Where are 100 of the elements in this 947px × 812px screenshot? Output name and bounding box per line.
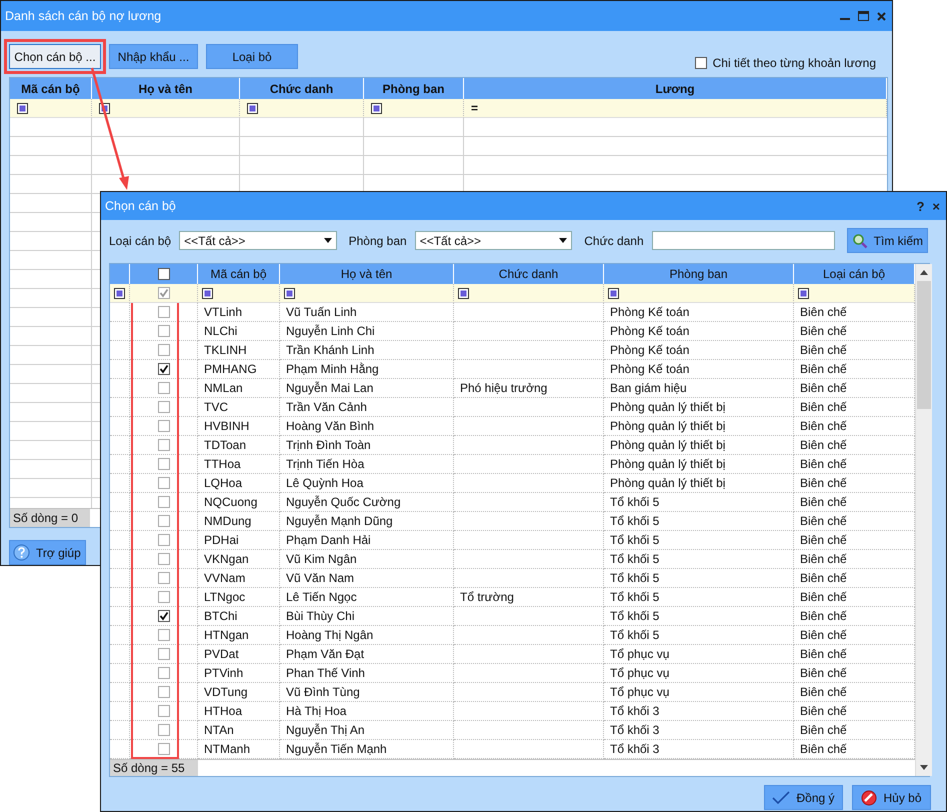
table-cell: Tổ phục vụ — [604, 664, 794, 683]
table-cell: Hà Thị Hoa — [280, 702, 454, 721]
dropdown[interactable]: <<Tất cả>> — [414, 231, 572, 250]
table-cell: VTLinh — [198, 303, 280, 322]
column-header[interactable]: Họ và tên — [92, 78, 240, 99]
toolbar-button[interactable]: Nhập khẩu ... — [109, 44, 198, 69]
table-cell: HTHoa — [198, 702, 280, 721]
filter-label: Loại cán bộ — [109, 234, 172, 248]
column-header[interactable]: Lương — [464, 78, 887, 99]
ok-button[interactable]: Đồng ý — [764, 785, 843, 810]
table-cell: Phòng Kế toán — [604, 303, 794, 322]
table-cell: Tổ khối 3 — [604, 702, 794, 721]
table-cell: Phòng quản lý thiết bị — [604, 474, 794, 493]
column-header[interactable]: Mã cán bộ — [10, 78, 92, 99]
table-cell: Hoàng Thị Ngân — [280, 626, 454, 645]
table-cell: Vũ Đình Tùng — [280, 683, 454, 702]
table-cell: Nguyễn Linh Chi — [280, 322, 454, 341]
table-cell: Tổ khối 3 — [604, 721, 794, 740]
table-cell: Phan Thế Vinh — [280, 664, 454, 683]
table-cell: Tổ khối 5 — [604, 550, 794, 569]
table-cell: Phạm Minh Hằng — [280, 360, 454, 379]
table-cell: Tổ khối 5 — [604, 626, 794, 645]
column-header[interactable]: Phòng ban — [604, 264, 794, 284]
table-cell: TKLINH — [198, 341, 280, 360]
table-cell: Phòng Kế toán — [604, 341, 794, 360]
table-cell: PMHANG — [198, 360, 280, 379]
table-cell: Nguyễn Thị An — [280, 721, 454, 740]
row-count: Số dòng = 55 — [110, 760, 198, 776]
table-cell: Tổ khối 5 — [604, 512, 794, 531]
table-cell: Vũ Kim Ngân — [280, 550, 454, 569]
table-cell: Phòng Kế toán — [604, 322, 794, 341]
table-cell: Tổ phục vụ — [604, 683, 794, 702]
table-cell: Tổ phục vụ — [604, 645, 794, 664]
table-cell: Tổ khối 5 — [604, 607, 794, 626]
column-header[interactable]: Loại cán bộ — [794, 264, 915, 284]
column-header[interactable]: Mã cán bộ — [198, 264, 280, 284]
column-header[interactable]: Phòng ban — [364, 78, 464, 99]
table-cell: Tổ khối 5 — [604, 588, 794, 607]
filter-operator[interactable]: = — [471, 101, 478, 115]
table-cell: NLChi — [198, 322, 280, 341]
table-cell: BTChi — [198, 607, 280, 626]
table-cell: Trần Văn Cảnh — [280, 398, 454, 417]
close-glyph[interactable]: × — [932, 198, 940, 214]
table-cell: PDHai — [198, 531, 280, 550]
table-cell: LTNgoc — [198, 588, 280, 607]
table-cell: NTManh — [198, 740, 280, 759]
table-cell: Phòng quản lý thiết bị — [604, 455, 794, 474]
help-glyph[interactable]: ? — [916, 198, 924, 214]
toolbar-button[interactable]: Loại bỏ — [206, 44, 298, 69]
table-cell: VKNgan — [198, 550, 280, 569]
table-cell: VDTung — [198, 683, 280, 702]
table-cell: Trần Khánh Linh — [280, 341, 454, 360]
search-button[interactable]: Tìm kiếm — [846, 228, 928, 253]
table-cell: Phòng quản lý thiết bị — [604, 436, 794, 455]
table-cell: PTVinh — [198, 664, 280, 683]
table-cell: NTAn — [198, 721, 280, 740]
dropdown[interactable]: <<Tất cả>> — [179, 231, 337, 250]
table-cell: TDToan — [198, 436, 280, 455]
table-cell: Phòng quản lý thiết bị — [604, 417, 794, 436]
column-header[interactable]: Họ và tên — [280, 264, 454, 284]
table-cell: Bùi Thùy Chi — [280, 607, 454, 626]
table-cell: Vũ Tuấn Linh — [280, 303, 454, 322]
window-title: Danh sách cán bộ nợ lương — [5, 9, 162, 23]
table-cell: Tổ khối 5 — [604, 531, 794, 550]
dialog-title: Chọn cán bộ — [105, 199, 177, 213]
table-cell: Trịnh Đình Toàn — [280, 436, 454, 455]
table-cell: Nguyễn Tiến Mạnh — [280, 740, 454, 759]
table-cell: Phạm Danh Hải — [280, 531, 454, 550]
table-cell: Phó hiệu trưởng — [454, 379, 604, 398]
table-cell: PVDat — [198, 645, 280, 664]
row-count: Số dòng = 0 — [10, 509, 90, 527]
table-cell: Tổ khối 3 — [604, 740, 794, 759]
help-button[interactable]: Trợ giúp — [9, 540, 86, 565]
table-cell: Tổ khối 5 — [604, 493, 794, 512]
table-cell: Lê Tiến Ngọc — [280, 588, 454, 607]
table-cell: TTHoa — [198, 455, 280, 474]
table-cell: LQHoa — [198, 474, 280, 493]
table-cell: Trịnh Tiến Hòa — [280, 455, 454, 474]
table-cell: Phòng quản lý thiết bị — [604, 398, 794, 417]
table-cell: VVNam — [198, 569, 280, 588]
checkbox-label: Chi tiết theo từng khoản lương — [712, 56, 876, 70]
table-cell: Phạm Văn Đạt — [280, 645, 454, 664]
table-cell: Phòng Kế toán — [604, 360, 794, 379]
column-header[interactable]: Chức danh — [240, 78, 364, 99]
table-cell: Nguyễn Mai Lan — [280, 379, 454, 398]
table-cell: TVC — [198, 398, 280, 417]
table-cell: Vũ Văn Nam — [280, 569, 454, 588]
cancel-button[interactable]: Hủy bỏ — [852, 785, 931, 810]
table-cell: Nguyễn Mạnh Dũng — [280, 512, 454, 531]
table-cell: Lê Quỳnh Hoa — [280, 474, 454, 493]
table-cell: Ban giám hiệu — [604, 379, 794, 398]
filter-label: Phòng ban — [348, 234, 407, 248]
table-cell: NMLan — [198, 379, 280, 398]
table-cell: NQCuong — [198, 493, 280, 512]
table-cell: NMDung — [198, 512, 280, 531]
table-cell: Tổ khối 5 — [604, 569, 794, 588]
table-cell: HTNgan — [198, 626, 280, 645]
table-cell: Nguyễn Quốc Cường — [280, 493, 454, 512]
table-cell: Hoàng Văn Bình — [280, 417, 454, 436]
column-header[interactable]: Chức danh — [454, 264, 604, 284]
